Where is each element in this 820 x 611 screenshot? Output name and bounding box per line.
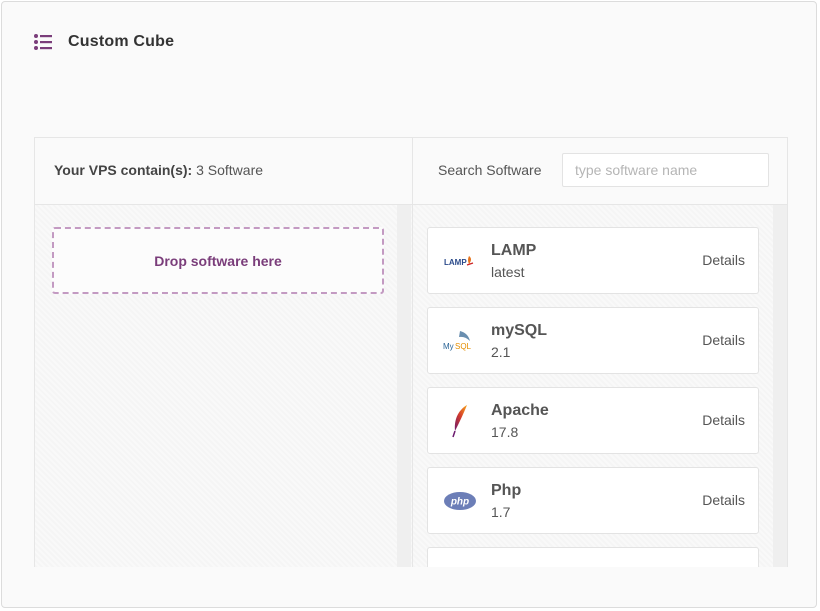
details-link[interactable]: Details bbox=[702, 332, 745, 348]
svg-text:My: My bbox=[443, 342, 454, 351]
software-name: LAMP bbox=[491, 242, 537, 259]
details-link[interactable]: Details bbox=[702, 252, 745, 268]
builder-panel: Your VPS contain(s): 3 Software Search S… bbox=[34, 137, 788, 567]
mysql-logo: My SQL bbox=[440, 322, 480, 360]
software-card-apache[interactable]: Apache 17.8 Details bbox=[427, 387, 759, 454]
right-scrollbar[interactable] bbox=[773, 205, 787, 567]
lamp-logo: LAMP bbox=[440, 242, 480, 280]
panel-header: Your VPS contain(s): 3 Software Search S… bbox=[35, 138, 787, 205]
software-version: 1.7 bbox=[491, 504, 511, 520]
drop-zone[interactable]: Drop software here bbox=[52, 227, 384, 294]
left-scrollbar[interactable] bbox=[397, 205, 411, 567]
vps-summary: Your VPS contain(s): 3 Software bbox=[54, 162, 263, 178]
software-card-php[interactable]: php Php 1.7 Details bbox=[427, 467, 759, 534]
details-link[interactable]: Details bbox=[702, 412, 745, 428]
software-version: latest bbox=[491, 264, 525, 280]
details-link[interactable]: Details bbox=[702, 492, 745, 508]
list-icon[interactable] bbox=[33, 32, 53, 52]
header-divider bbox=[412, 138, 413, 204]
vps-count: 3 Software bbox=[196, 162, 264, 178]
apache-feather-logo bbox=[440, 402, 480, 440]
software-version: 17.8 bbox=[491, 424, 519, 440]
software-name: Php bbox=[491, 482, 522, 499]
php-logo: php bbox=[440, 482, 480, 520]
search-label: Search Software bbox=[438, 162, 542, 178]
vps-label: Your VPS contain(s): bbox=[54, 162, 193, 178]
software-card-lamp[interactable]: LAMP LAMP latest Details bbox=[427, 227, 759, 294]
search-input[interactable] bbox=[562, 153, 769, 187]
software-list: LAMP LAMP latest Details My SQL mySQL 2.… bbox=[413, 205, 787, 567]
software-card-mysql[interactable]: My SQL mySQL 2.1 Details bbox=[427, 307, 759, 374]
page-header: Custom Cube bbox=[33, 32, 174, 52]
svg-text:LAMP: LAMP bbox=[444, 258, 467, 267]
software-card-partial[interactable] bbox=[427, 547, 759, 567]
software-version: 2.1 bbox=[491, 344, 511, 360]
software-name: Apache bbox=[491, 402, 549, 419]
page-title: Custom Cube bbox=[68, 33, 175, 50]
svg-text:SQL: SQL bbox=[455, 342, 472, 351]
app-window: Custom Cube Your VPS contain(s): 3 Softw… bbox=[1, 1, 817, 608]
svg-text:php: php bbox=[450, 497, 469, 508]
software-name: mySQL bbox=[491, 322, 548, 339]
